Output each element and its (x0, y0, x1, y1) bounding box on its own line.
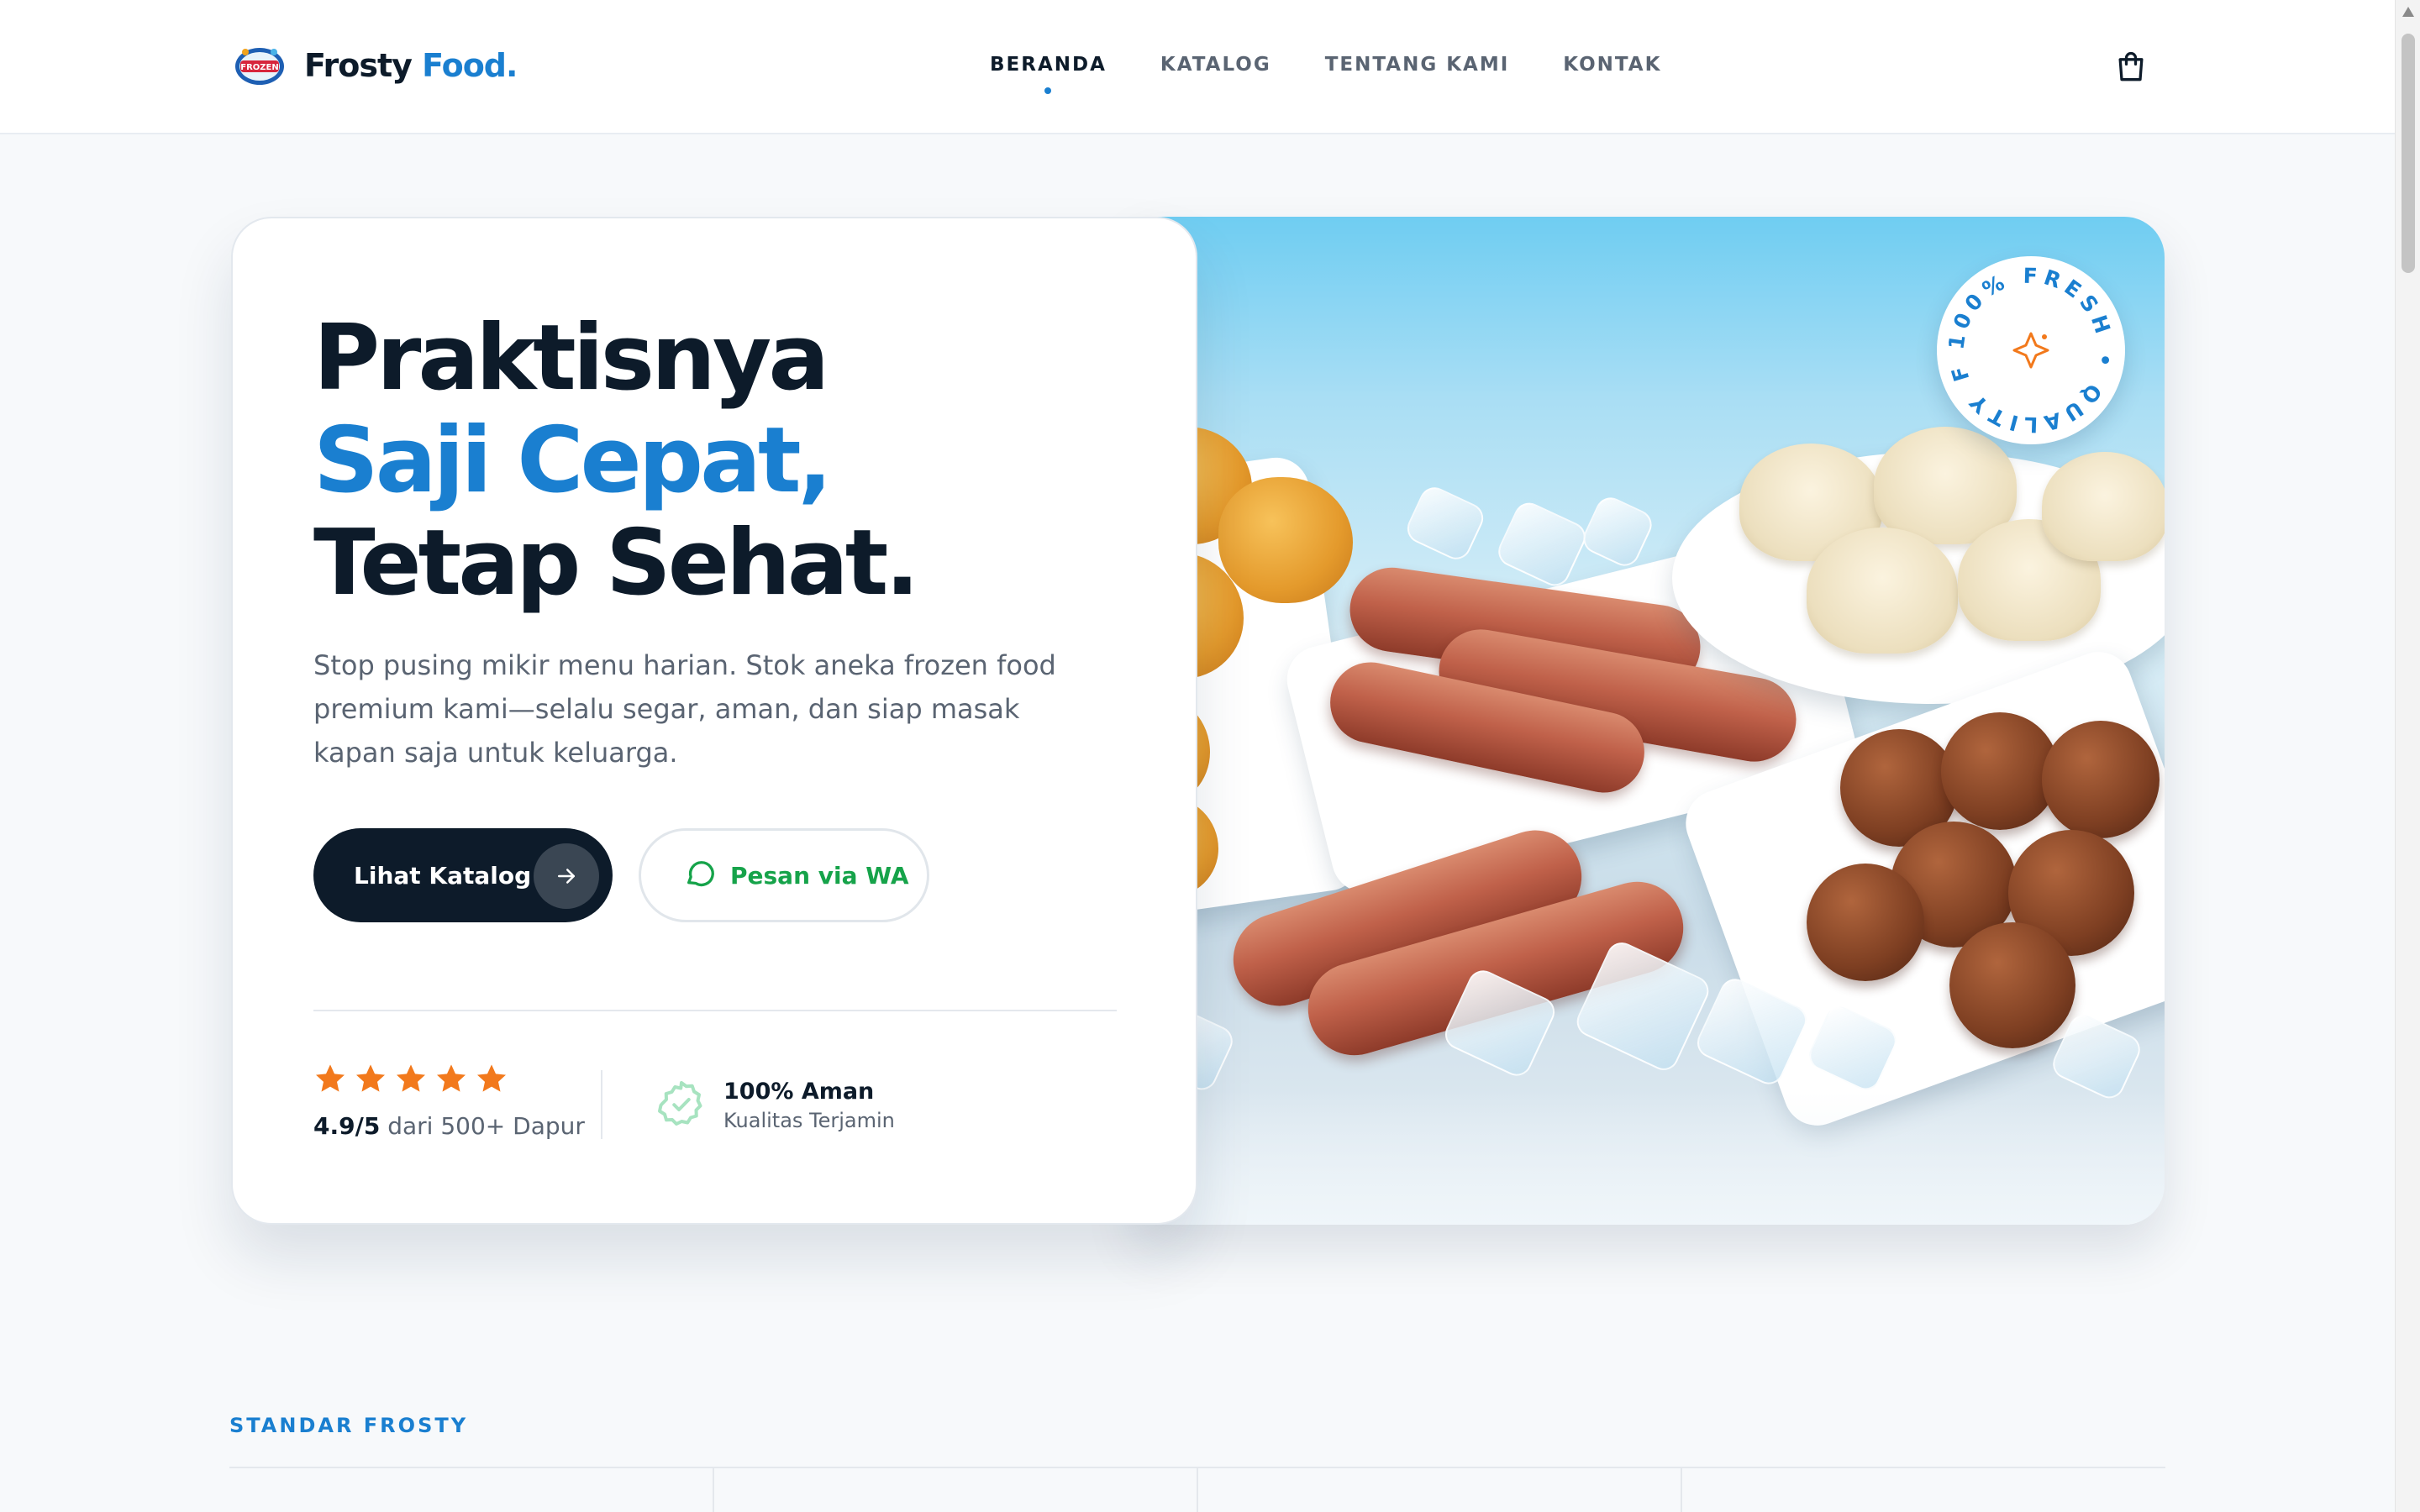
hero-headline: Praktisnya Saji Cepat, Tetap Sehat. (313, 306, 919, 616)
stat-separator (601, 1070, 602, 1139)
safety-title: 100% Aman (723, 1079, 875, 1105)
hero-description: Stop pusing mikir menu harian. Stok anek… (313, 649, 1056, 769)
nav-item-katalog[interactable]: KATALOG (1160, 54, 1271, 76)
frost-mist (1134, 1090, 2165, 1225)
brand-name-accent: Food. (422, 47, 518, 84)
page-scrollbar[interactable] (2395, 0, 2420, 1512)
column-separator (1681, 1468, 1682, 1512)
meatball (2042, 721, 2160, 838)
star-icon (316, 1064, 345, 1092)
ice-cube (1493, 497, 1591, 591)
headline-line-1: Praktisnya (313, 306, 829, 411)
fresh-quality-badge: 100% FRESH • QUALITY F (1937, 256, 2125, 444)
arrow-right-icon (534, 843, 599, 909)
brand-name: Frosty Food. (304, 47, 518, 84)
hero-divider (313, 1010, 1117, 1011)
svg-text:100% FRESH • QUALITY F: 100% FRESH • QUALITY F (1944, 264, 2118, 438)
logo-badge-icon: FROZEN (234, 44, 286, 87)
view-catalog-button[interactable]: Lihat Katalog (313, 828, 613, 922)
rating-value: 4.9/5 (313, 1112, 381, 1140)
hero-card: Praktisnya Saji Cepat, Tetap Sehat. Stop… (231, 217, 1197, 1225)
rating-text: 4.9/5 dari 500+ Dapur (313, 1112, 585, 1140)
nav-item-kontak[interactable]: KONTAK (1563, 54, 1661, 76)
ice-cube (1402, 482, 1489, 564)
headline-line-2: Saji Cepat, (313, 408, 833, 513)
rating-stars (313, 1062, 508, 1095)
meatball (1807, 864, 1924, 981)
meatball (1949, 922, 2075, 1048)
star-icon (437, 1064, 466, 1092)
main-nav: BERANDA KATALOG TENTANG KAMI KONTAK (990, 54, 1661, 94)
dumpling (2042, 452, 2165, 561)
verified-badge-icon (656, 1079, 707, 1129)
brand-name-main: Frosty (304, 47, 413, 84)
order-whatsapp-label: Pesan via WA (730, 861, 909, 890)
shopping-bag-icon[interactable] (2112, 49, 2149, 86)
nav-item-beranda[interactable]: BERANDA (990, 54, 1107, 94)
safety-subtitle: Kualitas Terjamin (723, 1109, 895, 1132)
chat-bubble-icon (683, 856, 717, 895)
column-separator (713, 1468, 714, 1512)
headline-line-3: Tetap Sehat. (313, 511, 919, 616)
scroll-up-icon[interactable] (2402, 7, 2414, 17)
dumpling (1807, 528, 1958, 654)
svg-text:FROZEN: FROZEN (240, 63, 278, 72)
brand-logo[interactable]: FROZEN Frosty Food. (234, 44, 518, 87)
ice-cube (1578, 492, 1657, 571)
order-whatsapp-button[interactable]: Pesan via WA (639, 828, 929, 922)
sparkle-icon (2012, 332, 2049, 369)
section-label: STANDAR FROSTY (229, 1414, 469, 1437)
scrollbar-thumb[interactable] (2402, 34, 2415, 273)
star-icon (397, 1064, 425, 1092)
rating-caption: dari 500+ Dapur (387, 1112, 585, 1140)
view-catalog-label: Lihat Katalog (354, 861, 532, 890)
nav-item-tentang-kami[interactable]: TENTANG KAMI (1325, 54, 1510, 76)
meatball (1941, 712, 2059, 830)
star-icon (477, 1064, 506, 1092)
nugget (1218, 477, 1353, 603)
column-separator (1197, 1468, 1198, 1512)
site-header: FROZEN Frosty Food. BERANDA KATALOG TENT… (0, 0, 2395, 134)
star-icon (356, 1064, 385, 1092)
